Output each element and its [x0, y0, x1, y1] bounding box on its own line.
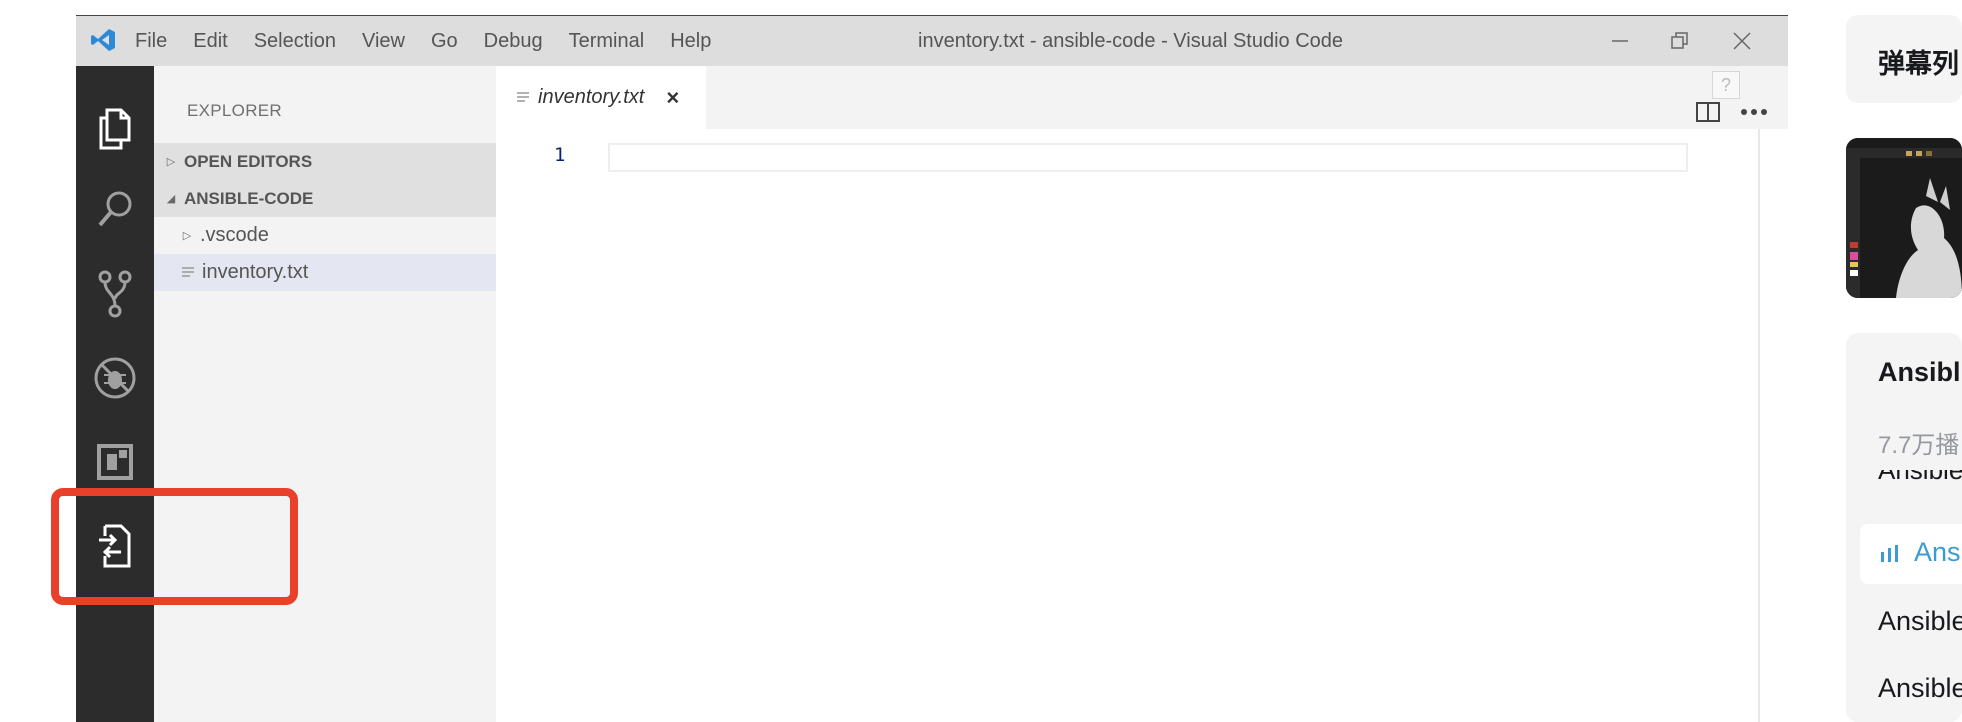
- tab-strip: inventory.txt × ?: [496, 66, 1788, 129]
- activity-explorer[interactable]: [76, 88, 154, 168]
- editor-area: inventory.txt × ? 1: [496, 66, 1788, 722]
- text-file-icon: [182, 266, 194, 277]
- menu-file[interactable]: File: [122, 30, 180, 53]
- video-title[interactable]: Ansibl: [1878, 357, 1961, 388]
- menu-selection[interactable]: Selection: [241, 30, 349, 53]
- video-thumbnail[interactable]: [1846, 138, 1962, 298]
- chevron-down-icon: ◢: [166, 193, 176, 205]
- menu-debug[interactable]: Debug: [471, 30, 556, 53]
- playlist-item-label: Ansible: [1878, 470, 1962, 485]
- minimize-button[interactable]: [1590, 24, 1650, 58]
- sidebar-title: EXPLORER: [187, 101, 282, 120]
- menu-view[interactable]: View: [349, 30, 418, 53]
- playing-indicator-icon: [1881, 545, 1898, 562]
- debug-icon: [94, 357, 136, 399]
- thumbnail-image: [1846, 138, 1962, 298]
- section-ansible-code[interactable]: ◢ ANSIBLE-CODE: [154, 180, 496, 217]
- chevron-right-icon: ▷: [166, 156, 176, 168]
- menu-terminal[interactable]: Terminal: [556, 30, 658, 53]
- playlist-item-label: Ans: [1914, 537, 1961, 567]
- tab-inventory[interactable]: inventory.txt ×: [496, 66, 706, 129]
- window-title: inventory.txt - ansible-code - Visual St…: [918, 30, 1344, 52]
- tree-item-label: .vscode: [200, 224, 269, 246]
- close-icon: [1733, 32, 1751, 50]
- tree-item-label: inventory.txt: [202, 261, 309, 283]
- title-bar: File Edit Selection View Go Debug Termin…: [76, 16, 1788, 66]
- section-label: OPEN EDITORS: [184, 151, 313, 171]
- menu-bar: File Edit Selection View Go Debug Termin…: [122, 16, 724, 66]
- search-icon: [98, 191, 132, 227]
- playlist-item[interactable]: Ansible: [1878, 606, 1962, 637]
- menu-help[interactable]: Help: [657, 30, 724, 53]
- vscode-logo-icon: [91, 29, 115, 51]
- playlist-item-clipped[interactable]: Ansible: [1846, 470, 1962, 492]
- tab-label: inventory.txt: [538, 86, 645, 108]
- tab-close-icon[interactable]: ×: [666, 85, 679, 111]
- activity-search[interactable]: [76, 170, 154, 250]
- tree-item-inventory-file[interactable]: inventory.txt: [154, 254, 496, 291]
- playlist-item-playing[interactable]: Ans: [1860, 524, 1962, 584]
- current-line-highlight[interactable]: [608, 143, 1688, 172]
- annotation-highlight-box: [51, 488, 298, 605]
- minimize-icon: [1612, 40, 1628, 42]
- tree-item-vscode-folder[interactable]: ▷ .vscode: [154, 217, 496, 254]
- menu-edit[interactable]: Edit: [180, 30, 240, 53]
- playlist-item[interactable]: Ansible: [1878, 673, 1962, 704]
- restore-button[interactable]: [1650, 24, 1710, 58]
- close-window-button[interactable]: [1712, 24, 1772, 58]
- explorer-sidebar: EXPLORER ▷ OPEN EDITORS ◢ ANSIBLE-CODE ▷…: [154, 66, 496, 722]
- section-open-editors[interactable]: ▷ OPEN EDITORS: [154, 143, 496, 180]
- scrollbar-track[interactable]: [1758, 129, 1760, 722]
- source-control-icon: [98, 270, 132, 318]
- text-file-icon: [517, 91, 529, 102]
- view-count: 7.7万播: [1878, 432, 1960, 459]
- chevron-right-icon: ▷: [182, 230, 192, 242]
- help-icon[interactable]: ?: [1712, 71, 1740, 99]
- split-editor-icon[interactable]: [1695, 101, 1721, 123]
- menu-go[interactable]: Go: [418, 30, 471, 53]
- vscode-window: File Edit Selection View Go Debug Termin…: [76, 15, 1788, 722]
- files-icon: [99, 108, 131, 150]
- more-actions-icon[interactable]: [1740, 107, 1768, 117]
- danmaku-title: 弹幕列: [1878, 49, 1959, 79]
- restore-icon: [1671, 32, 1688, 49]
- activity-bar: [76, 66, 154, 722]
- line-number: 1: [554, 144, 566, 166]
- activity-source-control[interactable]: [76, 254, 154, 334]
- extensions-icon: [97, 444, 133, 480]
- activity-debug[interactable]: [76, 338, 154, 418]
- section-label: ANSIBLE-CODE: [184, 188, 314, 208]
